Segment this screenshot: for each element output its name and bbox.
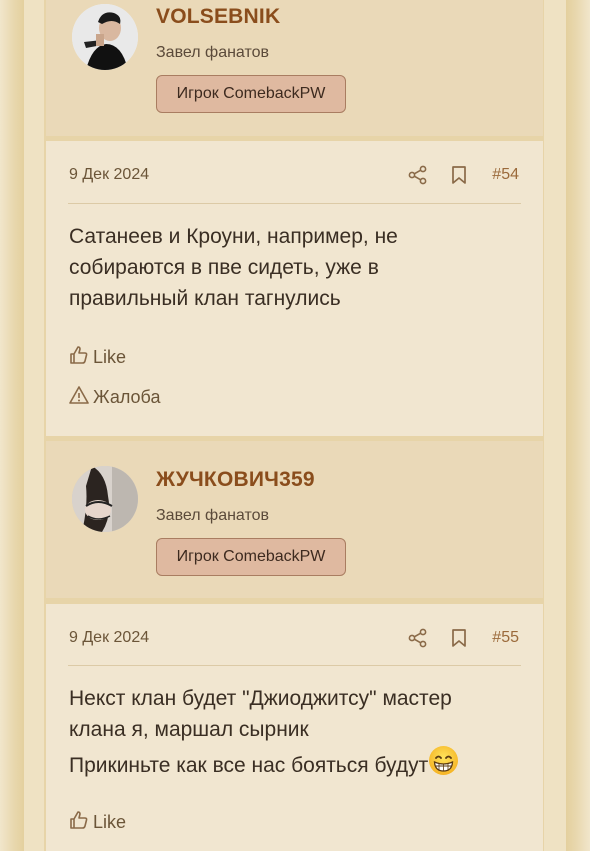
report-button[interactable]: Жалоба <box>69 385 160 410</box>
page-left-border <box>0 0 24 851</box>
bookmark-icon[interactable] <box>450 165 468 190</box>
message-line: правильный клан тагнулись <box>69 287 341 310</box>
message-line: клана я, маршал сырник <box>69 718 309 741</box>
page-right-border <box>566 0 590 851</box>
post-body: 9 Дек 2024 #55 Некст клан будет "Джиоджи… <box>46 604 543 851</box>
author-block: VOLSEBNIK Завел фанатов Игрок ComebackPW <box>46 0 543 136</box>
grinning-face-emoji <box>428 745 459 776</box>
bookmark-icon[interactable] <box>450 628 468 653</box>
thumbs-up-icon <box>69 810 89 835</box>
post-message: Сатанеев и Кроуни, например, не собирают… <box>69 221 513 314</box>
like-label: Like <box>93 812 127 832</box>
author-name[interactable]: ЖУЧКОВИЧ359 <box>156 468 315 492</box>
share-icon[interactable] <box>408 628 428 653</box>
message-line: Сатанеев и Кроуни, например, не <box>69 225 398 248</box>
thumbs-up-icon <box>69 345 89 370</box>
like-button[interactable]: Like <box>69 345 126 370</box>
user-badge: Игрок ComebackPW <box>156 75 346 113</box>
warning-icon <box>69 385 89 410</box>
like-label: Like <box>93 347 127 367</box>
post-message: Некст клан будет "Джиоджитсу" мастер кла… <box>69 683 513 781</box>
message-line: Прикиньте как все нас бояться будут <box>69 754 429 777</box>
post-date[interactable]: 9 Дек 2024 <box>69 166 149 184</box>
author-name[interactable]: VOLSEBNIK <box>156 5 280 29</box>
post-body: 9 Дек 2024 #54 Сатанеев и Кроуни, наприм… <box>46 141 543 436</box>
divider <box>68 665 521 666</box>
divider <box>68 203 521 204</box>
report-label: Жалоба <box>93 387 161 407</box>
post-date[interactable]: 9 Дек 2024 <box>69 629 149 647</box>
user-title: Завел фанатов <box>156 44 270 61</box>
post-number[interactable]: #54 <box>492 166 519 184</box>
user-title: Завел фанатов <box>156 507 270 524</box>
message-line: собираются в пве сидеть, уже в <box>69 256 379 279</box>
like-button[interactable]: Like <box>69 810 126 835</box>
user-badge: Игрок ComebackPW <box>156 538 346 576</box>
avatar[interactable] <box>72 4 138 70</box>
avatar[interactable] <box>72 466 138 532</box>
post-number[interactable]: #55 <box>492 629 519 647</box>
share-icon[interactable] <box>408 165 428 190</box>
author-block: ЖУЧКОВИЧ359 Завел фанатов Игрок Comeback… <box>46 441 543 598</box>
message-line: Некст клан будет "Джиоджитсу" мастер <box>69 687 452 710</box>
